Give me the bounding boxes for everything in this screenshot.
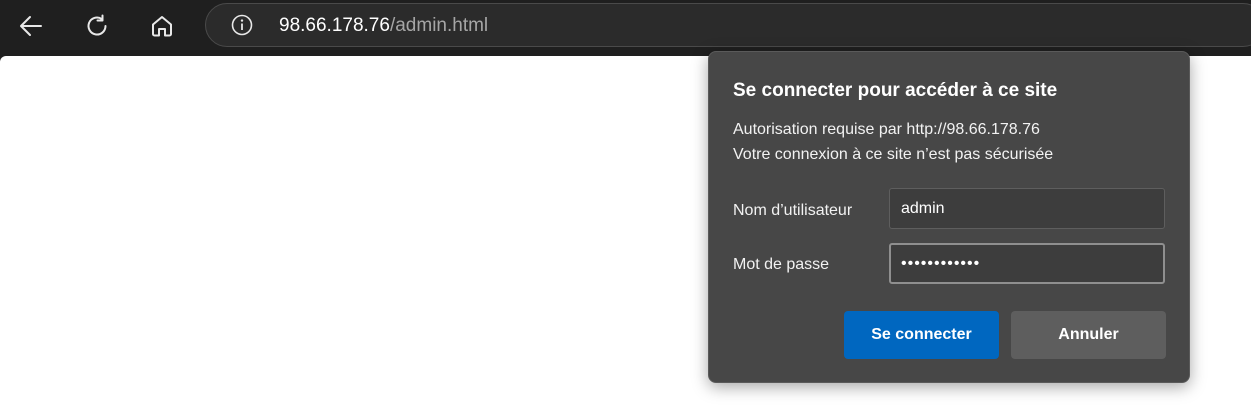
authorization-text: Autorisation requise par http://98.66.17… [733,121,1040,138]
home-icon [152,16,172,37]
address-bar[interactable]: 98.66.178.76/admin.html [205,3,1251,47]
password-field[interactable] [889,243,1165,284]
url-host: 98.66.178.76 [279,15,390,36]
password-label: Mot de passe [733,256,830,273]
back-button[interactable] [11,6,51,46]
browser-toolbar: 98.66.178.76/admin.html [0,0,1251,56]
username-label: Nom d’utilisateur [733,202,853,219]
username-field[interactable] [889,188,1165,229]
back-arrow-icon [20,16,42,36]
refresh-button[interactable] [77,6,117,46]
dialog-title: Se connecter pour accéder à ce site [733,80,1058,101]
cancel-button[interactable]: Annuler [1011,311,1166,359]
security-warning: Votre connexion à ce site n’est pas sécu… [733,146,1054,163]
url-text[interactable]: 98.66.178.76/admin.html [279,15,488,37]
sign-in-button[interactable]: Se connecter [844,311,999,359]
url-path: /admin.html [389,15,489,36]
refresh-icon [87,14,107,36]
auth-dialog: Se connecter pour accéder à ce site Auto… [708,51,1190,383]
info-icon[interactable] [231,14,253,36]
home-button[interactable] [142,6,182,46]
